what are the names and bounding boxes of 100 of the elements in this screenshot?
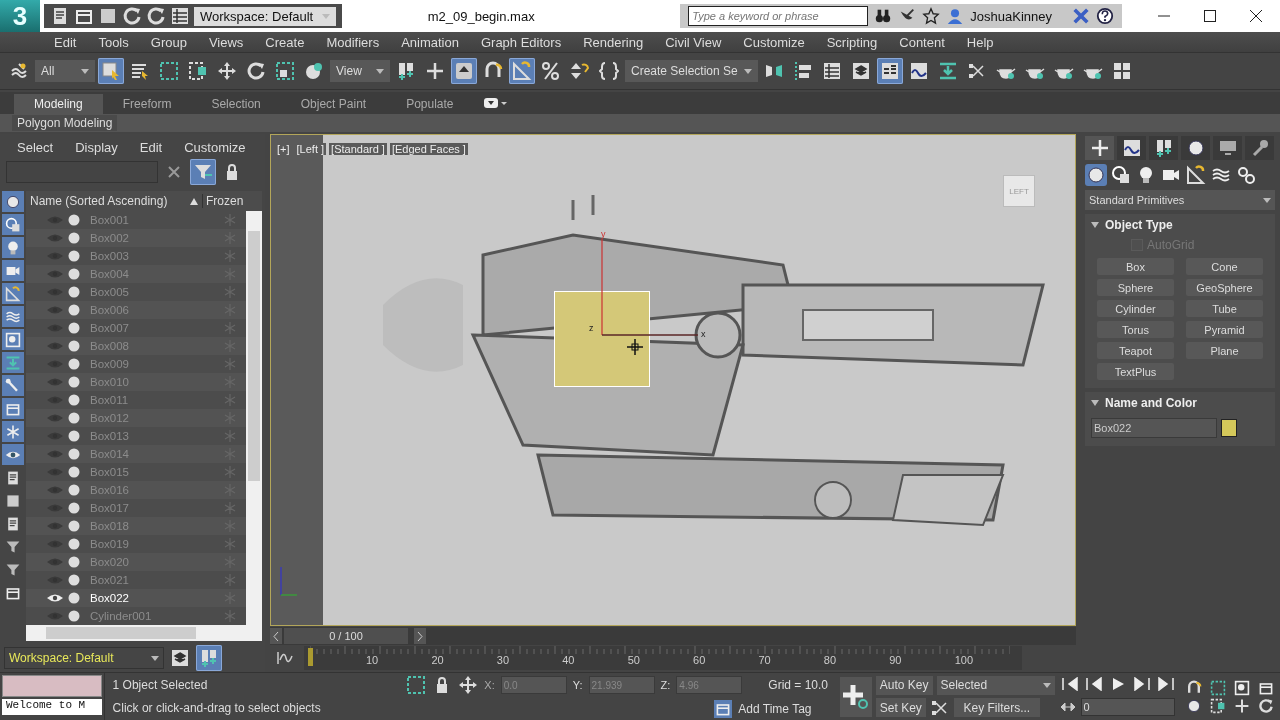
ribbon-panel-label[interactable]: Polygon Modeling bbox=[12, 115, 118, 131]
object-name: Box007 bbox=[89, 322, 130, 334]
add-time-tag-link[interactable]: Add Time Tag bbox=[738, 701, 812, 716]
menu-item[interactable]: Animation bbox=[390, 34, 470, 50]
menu-item[interactable]: Edit bbox=[128, 140, 174, 155]
menu-item[interactable]: Rendering bbox=[572, 34, 655, 50]
menu-item[interactable]: Tools bbox=[87, 34, 140, 50]
object-name: Box022 bbox=[89, 592, 130, 604]
menu-item[interactable]: Group bbox=[139, 34, 198, 50]
menu-item[interactable]: Edit bbox=[43, 34, 88, 50]
menu-item[interactable]: Graph Editors bbox=[469, 34, 573, 50]
viewport-label[interactable]: [Left ] bbox=[294, 143, 327, 155]
window-title: m2_09_begin.max bbox=[426, 8, 536, 24]
menu-item[interactable]: Select bbox=[6, 140, 65, 155]
frame-number: 100 bbox=[954, 654, 974, 666]
selection-status: 1 Object Selected bbox=[112, 677, 209, 692]
object-name: Box015 bbox=[89, 466, 130, 478]
primitive-button[interactable]: Cone bbox=[1186, 258, 1263, 275]
object-name: Box009 bbox=[89, 358, 130, 370]
object-name: Box010 bbox=[89, 376, 130, 388]
object-name: Box004 bbox=[89, 268, 130, 280]
list-row[interactable]: Box022 bbox=[26, 589, 246, 607]
ribbon-tab[interactable]: Freeform bbox=[102, 94, 192, 114]
object-name: Box020 bbox=[89, 556, 130, 568]
object-name: Box001 bbox=[89, 214, 130, 226]
primitive-button[interactable]: Pyramid bbox=[1186, 321, 1263, 338]
primitive-button[interactable]: Box bbox=[1097, 258, 1174, 275]
menu-item[interactable]: Scripting bbox=[815, 34, 889, 50]
auto-key-button[interactable]: Auto Key bbox=[875, 675, 933, 695]
frame-number: 30 bbox=[496, 654, 511, 666]
primitive-button[interactable]: Cylinder bbox=[1097, 300, 1174, 317]
toolbar-dropdown[interactable]: View bbox=[330, 60, 390, 82]
primitive-button[interactable]: Torus bbox=[1097, 321, 1174, 338]
viewport-label[interactable]: [Edged Faces ] bbox=[389, 143, 468, 155]
frame-number: 40 bbox=[562, 654, 576, 666]
column-header[interactable]: Frozen bbox=[202, 194, 262, 208]
coordinate-label: X: bbox=[484, 679, 495, 692]
frame-number: 60 bbox=[693, 654, 707, 666]
menu-item[interactable]: Display bbox=[64, 140, 129, 155]
object-name: Box011 bbox=[89, 394, 130, 406]
user-name[interactable]: JoshuaKinney bbox=[970, 8, 1052, 24]
primitive-button[interactable]: GeoSphere bbox=[1186, 279, 1263, 296]
primitive-button[interactable]: TextPlus bbox=[1097, 363, 1174, 380]
primitive-button[interactable]: Teapot bbox=[1097, 342, 1174, 359]
trackbar-ruler[interactable]: 10 20 30 40 50 60 70 80 90 100 bbox=[304, 646, 1022, 670]
menu-item[interactable]: Customize bbox=[732, 34, 816, 50]
object-name: Box008 bbox=[89, 340, 130, 352]
object-name: Box006 bbox=[89, 304, 130, 316]
column-header[interactable]: Name (Sorted Ascending) bbox=[30, 194, 186, 208]
primitive-button[interactable]: Plane bbox=[1186, 342, 1263, 359]
key-mode-dropdown[interactable]: Selected bbox=[936, 675, 1055, 695]
set-key-button[interactable]: Set Key bbox=[875, 698, 926, 717]
ribbon-tab[interactable]: Modeling bbox=[14, 94, 103, 114]
time-slider-thumb[interactable]: 0 / 100 bbox=[284, 628, 408, 644]
search-field[interactable]: Type a keyword or phrase bbox=[688, 6, 869, 26]
workspace-dropdown[interactable]: Workspace: Default bbox=[194, 6, 336, 26]
rollout-title[interactable]: Object Type bbox=[1105, 218, 1173, 232]
coordinate-label: Z: bbox=[660, 679, 671, 692]
prompt-text: Click or click-and-drag to select objects bbox=[112, 701, 322, 716]
menu-item[interactable]: Customize bbox=[173, 140, 257, 155]
app-logo[interactable]: 3 bbox=[0, 0, 40, 32]
key-filters-button[interactable]: Key Filters... bbox=[953, 698, 1040, 717]
object-name: Box013 bbox=[89, 430, 130, 442]
workspace-dropdown[interactable]: Workspace: Default bbox=[4, 647, 164, 669]
ribbon-tab[interactable]: Selection bbox=[191, 94, 281, 114]
menu-item[interactable]: Modifiers bbox=[315, 34, 391, 50]
object-name: Box002 bbox=[89, 232, 130, 244]
frame-field[interactable]: 0 bbox=[1080, 698, 1175, 717]
menu-item[interactable]: Civil View bbox=[654, 34, 733, 50]
grid-size: Grid = 10.0 bbox=[768, 678, 829, 693]
rollout-title[interactable]: Name and Color bbox=[1105, 396, 1197, 410]
ribbon-tab[interactable]: Object Paint bbox=[280, 94, 387, 114]
frame-number: 70 bbox=[758, 654, 772, 666]
object-name: Box012 bbox=[89, 412, 130, 424]
primitive-button[interactable]: Tube bbox=[1186, 300, 1263, 317]
object-name: Box018 bbox=[89, 520, 130, 532]
object-name: Box016 bbox=[89, 484, 130, 496]
viewport-label[interactable]: [+] bbox=[275, 143, 292, 155]
viewport-label[interactable]: [Standard ] bbox=[329, 143, 387, 155]
menu-item[interactable]: Help bbox=[955, 34, 1005, 50]
coordinate-label: Y: bbox=[572, 679, 583, 692]
object-name: Box021 bbox=[89, 574, 130, 586]
axis-label: x bbox=[701, 329, 706, 339]
menu-item[interactable]: Views bbox=[197, 34, 255, 50]
listener-output[interactable]: Welcome to M bbox=[2, 699, 102, 715]
object-name: Box003 bbox=[89, 250, 130, 262]
menu-item[interactable]: Create bbox=[254, 34, 316, 50]
name-field[interactable]: Box022 bbox=[1091, 418, 1217, 438]
toolbar-dropdown[interactable]: Create Selection Se bbox=[625, 60, 758, 82]
axis-label: z bbox=[589, 323, 594, 333]
object-name: Box014 bbox=[89, 448, 130, 460]
object-name: Box005 bbox=[89, 286, 130, 298]
frame-number: 20 bbox=[431, 654, 445, 666]
primitive-button[interactable]: Sphere bbox=[1097, 279, 1174, 296]
toolbar-dropdown[interactable]: All bbox=[35, 60, 95, 82]
category-dropdown[interactable]: Standard Primitives bbox=[1085, 190, 1275, 210]
time-slider[interactable]: 0 / 100 bbox=[270, 627, 1076, 645]
menu-item[interactable]: Content bbox=[888, 34, 956, 50]
axis-label: y bbox=[601, 229, 606, 239]
ribbon-tab[interactable]: Populate bbox=[386, 94, 474, 114]
